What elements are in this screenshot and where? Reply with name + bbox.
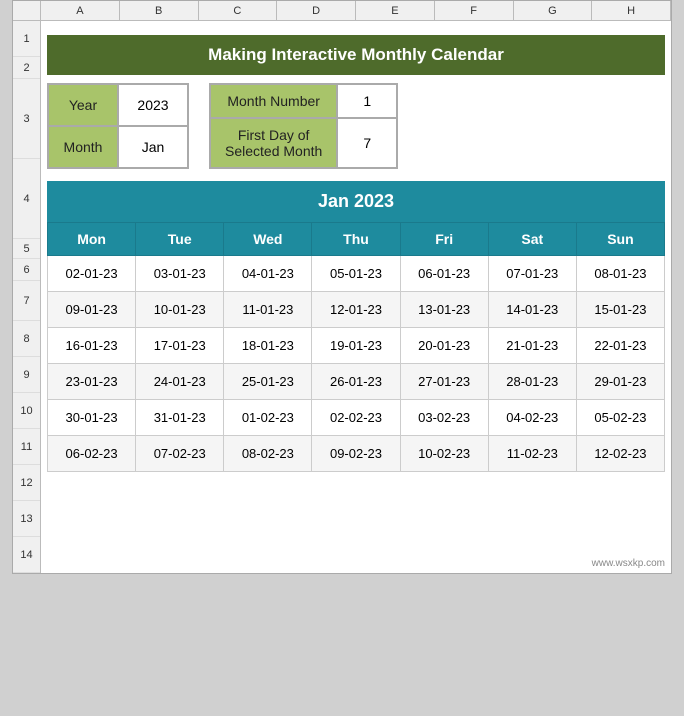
row-num-1: 1 xyxy=(13,21,40,57)
calendar-cell: 12-02-23 xyxy=(576,436,664,472)
calendar-cell: 05-02-23 xyxy=(576,400,664,436)
calendar-cell: 26-01-23 xyxy=(312,364,400,400)
calendar-cell: 01-02-23 xyxy=(224,400,312,436)
row-num-9: 9 xyxy=(13,357,40,393)
calendar-cell: 16-01-23 xyxy=(48,328,136,364)
calendar-cell: 09-02-23 xyxy=(312,436,400,472)
col-header-sat: Sat xyxy=(488,223,576,256)
calendar-cell: 28-01-23 xyxy=(488,364,576,400)
row-num-4: 4 xyxy=(13,159,40,239)
calendar-cell: 03-01-23 xyxy=(136,256,224,292)
row-num-2: 2 xyxy=(13,57,40,79)
calendar-cell: 07-01-23 xyxy=(488,256,576,292)
calendar-cell: 10-02-23 xyxy=(400,436,488,472)
row-num-12: 12 xyxy=(13,465,40,501)
spreadsheet-wrapper: A B C D E F G H 1 2 3 4 5 6 7 8 9 10 11 … xyxy=(12,0,672,574)
col-header-tue: Tue xyxy=(136,223,224,256)
calendar-cell: 29-01-23 xyxy=(576,364,664,400)
col-header-fri: Fri xyxy=(400,223,488,256)
calendar-title: Jan 2023 xyxy=(47,181,665,222)
content-area: Making Interactive Monthly Calendar Year… xyxy=(41,21,671,573)
month-value[interactable]: Jan xyxy=(118,126,188,168)
calendar-cell: 30-01-23 xyxy=(48,400,136,436)
col-header-row: A B C D E F G H xyxy=(13,1,671,21)
first-day-value: 7 xyxy=(337,118,397,168)
calendar-cell: 15-01-23 xyxy=(576,292,664,328)
calendar-cell: 08-01-23 xyxy=(576,256,664,292)
calendar-cell: 23-01-23 xyxy=(48,364,136,400)
calendar-cell: 09-01-23 xyxy=(48,292,136,328)
calendar-cell: 11-01-23 xyxy=(224,292,312,328)
month-info-table: Month Number 1 First Day ofSelected Mont… xyxy=(209,83,398,169)
info-section: Year 2023 Month Jan Month Number 1 xyxy=(47,83,665,169)
row-num-5: 5 xyxy=(13,239,40,259)
calendar-section: Jan 2023 Mon Tue Wed Thu Fri Sat Sun xyxy=(47,181,665,472)
calendar-cell: 07-02-23 xyxy=(136,436,224,472)
calendar-cell: 02-02-23 xyxy=(312,400,400,436)
calendar-cell: 25-01-23 xyxy=(224,364,312,400)
calendar-cell: 03-02-23 xyxy=(400,400,488,436)
month-number-label: Month Number xyxy=(210,84,337,118)
title-text: Making Interactive Monthly Calendar xyxy=(208,45,504,64)
calendar-cell: 06-02-23 xyxy=(48,436,136,472)
col-header-wed: Wed xyxy=(224,223,312,256)
calendar-cell: 05-01-23 xyxy=(312,256,400,292)
calendar-cell: 14-01-23 xyxy=(488,292,576,328)
row-num-11: 11 xyxy=(13,429,40,465)
year-label: Year xyxy=(48,84,118,126)
spreadsheet-body: 1 2 3 4 5 6 7 8 9 10 11 12 13 14 Making … xyxy=(13,21,671,573)
calendar-cell: 02-01-23 xyxy=(48,256,136,292)
corner-cell xyxy=(13,1,41,20)
year-value[interactable]: 2023 xyxy=(118,84,188,126)
calendar-cell: 11-02-23 xyxy=(488,436,576,472)
row-num-13: 13 xyxy=(13,501,40,537)
calendar-cell: 31-01-23 xyxy=(136,400,224,436)
year-month-table: Year 2023 Month Jan xyxy=(47,83,189,169)
col-header-h: H xyxy=(592,1,671,20)
col-header-f: F xyxy=(435,1,514,20)
calendar-cell: 21-01-23 xyxy=(488,328,576,364)
calendar-cell: 27-01-23 xyxy=(400,364,488,400)
col-header-thu: Thu xyxy=(312,223,400,256)
row-numbers: 1 2 3 4 5 6 7 8 9 10 11 12 13 14 xyxy=(13,21,41,573)
watermark: www.wsxkp.com xyxy=(592,558,665,569)
calendar-cell: 22-01-23 xyxy=(576,328,664,364)
calendar-cell: 08-02-23 xyxy=(224,436,312,472)
calendar-table: Mon Tue Wed Thu Fri Sat Sun 02-01-2303-0… xyxy=(47,222,665,472)
calendar-cell: 24-01-23 xyxy=(136,364,224,400)
calendar-cell: 13-01-23 xyxy=(400,292,488,328)
calendar-cell: 10-01-23 xyxy=(136,292,224,328)
calendar-cell: 20-01-23 xyxy=(400,328,488,364)
row-num-7: 7 xyxy=(13,281,40,321)
calendar-cell: 04-01-23 xyxy=(224,256,312,292)
col-header-g: G xyxy=(514,1,593,20)
col-header-c: C xyxy=(199,1,278,20)
row-num-10: 10 xyxy=(13,393,40,429)
calendar-cell: 18-01-23 xyxy=(224,328,312,364)
row-num-14: 14 xyxy=(13,537,40,573)
calendar-cell: 04-02-23 xyxy=(488,400,576,436)
col-header-d: D xyxy=(277,1,356,20)
calendar-cell: 06-01-23 xyxy=(400,256,488,292)
col-header-mon: Mon xyxy=(48,223,136,256)
row-num-3: 3 xyxy=(13,79,40,159)
title-banner: Making Interactive Monthly Calendar xyxy=(47,35,665,75)
col-header-sun: Sun xyxy=(576,223,664,256)
first-day-label: First Day ofSelected Month xyxy=(210,118,337,168)
row-num-8: 8 xyxy=(13,321,40,357)
row-num-6: 6 xyxy=(13,259,40,281)
month-number-value: 1 xyxy=(337,84,397,118)
calendar-cell: 12-01-23 xyxy=(312,292,400,328)
col-header-b: B xyxy=(120,1,199,20)
month-label: Month xyxy=(48,126,118,168)
col-header-e: E xyxy=(356,1,435,20)
calendar-cell: 17-01-23 xyxy=(136,328,224,364)
calendar-cell: 19-01-23 xyxy=(312,328,400,364)
col-header-a: A xyxy=(41,1,120,20)
